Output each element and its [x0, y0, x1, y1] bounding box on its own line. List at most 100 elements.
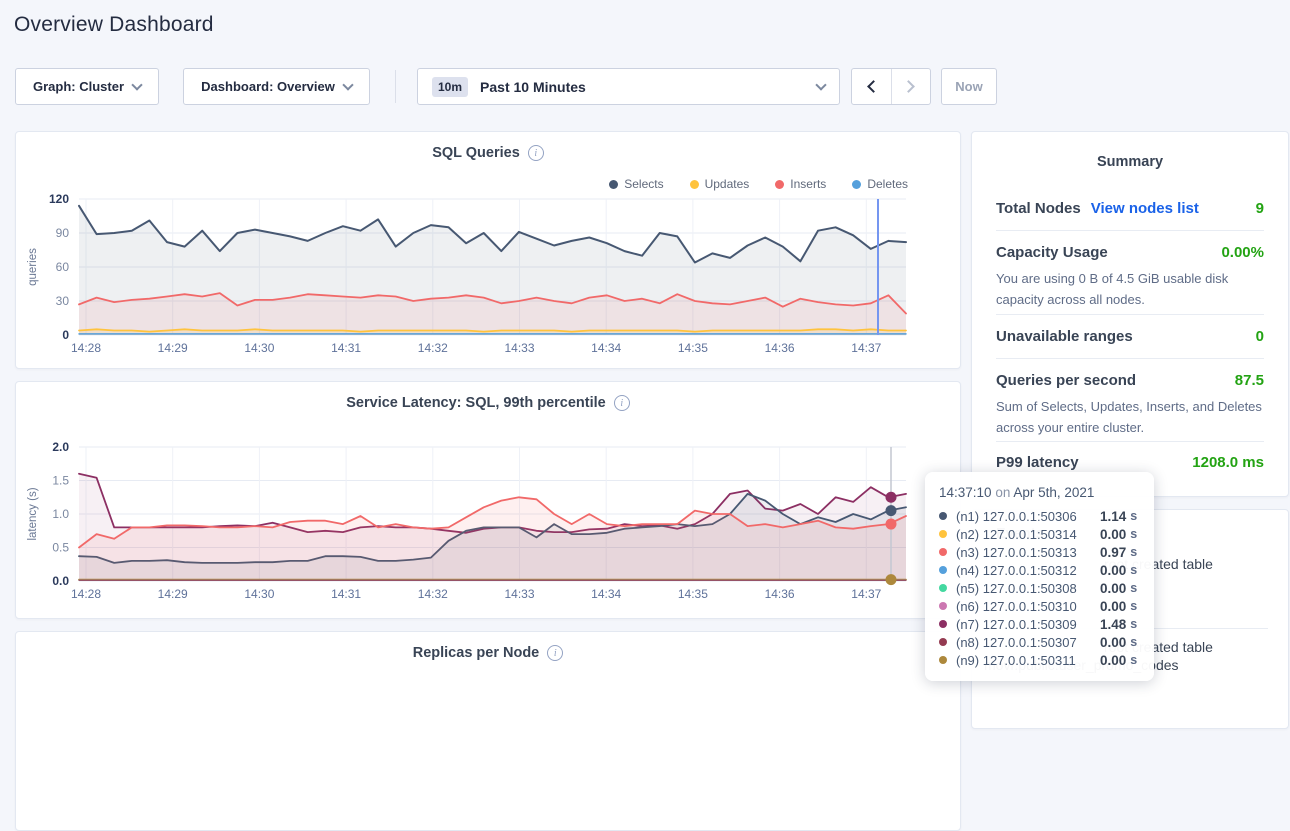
tooltip-date: Apr 5th, 2021	[1013, 485, 1094, 500]
svg-text:latency (s): latency (s)	[27, 487, 39, 540]
summary-row-capacity-usage: Capacity Usage 0.00% You are using 0 B o…	[996, 244, 1264, 310]
summary-value: 1208.0 ms	[1192, 454, 1264, 471]
legend-item-updates[interactable]: Updates	[690, 177, 750, 191]
dashboard-dropdown-label: Dashboard: Overview	[201, 79, 335, 94]
tooltip-node-row: (n7) 127.0.0.1:503091.48s	[939, 615, 1140, 633]
svg-text:14:32: 14:32	[418, 587, 448, 601]
tooltip-node-row: (n1) 127.0.0.1:503061.14s	[939, 507, 1140, 525]
svg-text:14:34: 14:34	[591, 587, 621, 601]
summary-row-queries-per-second: Queries per second 87.5 Sum of Selects, …	[996, 372, 1264, 438]
dashboard-dropdown[interactable]: Dashboard: Overview	[183, 68, 370, 105]
sql-queries-title: SQL Queries i	[16, 145, 960, 161]
tooltip-node-value: 1.14	[1100, 509, 1126, 524]
tooltip-node-unit: s	[1130, 545, 1137, 559]
tooltip-node-row: (n8) 127.0.0.1:503070.00 s	[939, 633, 1140, 651]
svg-text:14:35: 14:35	[678, 587, 708, 601]
tooltip-node-label: (n5) 127.0.0.1:50308	[956, 581, 1100, 596]
series-color-dot	[939, 530, 947, 538]
service-latency-chart[interactable]: 14:2814:2914:3014:3114:3214:3314:3414:35…	[16, 382, 960, 618]
summary-value: 87.5	[1235, 372, 1264, 389]
legend-dot	[852, 180, 861, 189]
time-range-dropdown[interactable]: 10m Past 10 Minutes	[417, 68, 840, 105]
tooltip-node-value: 0.00	[1100, 635, 1126, 650]
tooltip-node-row: (n2) 127.0.0.1:503140.00s	[939, 525, 1140, 543]
legend-item-deletes[interactable]: Deletes	[852, 177, 908, 191]
series-color-dot	[939, 656, 947, 664]
svg-text:0.5: 0.5	[52, 541, 69, 555]
time-step-back-button[interactable]	[852, 69, 891, 104]
divider	[996, 314, 1264, 315]
legend-dot	[609, 180, 618, 189]
time-step-buttons	[851, 68, 931, 105]
tooltip-node-unit: s	[1130, 599, 1137, 613]
tooltip-node-value: 1.48	[1100, 617, 1126, 632]
svg-text:1.5: 1.5	[52, 474, 69, 488]
info-icon[interactable]: i	[528, 145, 544, 161]
legend-dot	[775, 180, 784, 189]
chevron-down-icon	[342, 79, 353, 90]
tooltip-node-label: (n2) 127.0.0.1:50314	[956, 527, 1100, 542]
svg-text:14:34: 14:34	[591, 341, 621, 355]
series-color-dot	[939, 620, 947, 628]
summary-row-p99-latency: P99 latency 1208.0 ms	[996, 454, 1264, 471]
tooltip-node-label: (n8) 127.0.0.1:50307	[956, 635, 1100, 650]
tooltip-timestamp: 14:37:10 on Apr 5th, 2021	[939, 485, 1140, 500]
now-button[interactable]: Now	[941, 68, 997, 105]
svg-text:0.0: 0.0	[52, 574, 69, 588]
summary-label: Queries per second	[996, 372, 1136, 389]
svg-text:14:31: 14:31	[331, 587, 361, 601]
chevron-right-icon	[903, 80, 916, 93]
replicas-per-node-title: Replicas per Node i	[16, 645, 960, 661]
legend-item-selects[interactable]: Selects	[609, 177, 663, 191]
info-icon[interactable]: i	[614, 395, 630, 411]
replicas-per-node-title-text: Replicas per Node	[413, 645, 540, 661]
tooltip-node-unit: s	[1130, 635, 1137, 649]
svg-text:14:31: 14:31	[331, 341, 361, 355]
tooltip-node-unit: s	[1130, 563, 1137, 577]
series-color-dot	[939, 584, 947, 592]
time-step-forward-button[interactable]	[891, 69, 930, 104]
tooltip-node-unit: s	[1130, 581, 1137, 595]
tooltip-node-label: (n4) 127.0.0.1:50312	[956, 563, 1100, 578]
sql-queries-chart[interactable]: 14:2814:2914:3014:3114:3214:3314:3414:35…	[16, 132, 960, 368]
replicas-per-node-panel: Replicas per Node i	[15, 631, 961, 831]
summary-description: You are using 0 B of 4.5 GiB usable disk…	[996, 268, 1264, 310]
info-icon[interactable]: i	[547, 645, 563, 661]
divider	[996, 358, 1264, 359]
tooltip-rows: (n1) 127.0.0.1:503061.14s(n2) 127.0.0.1:…	[939, 507, 1140, 669]
svg-text:14:29: 14:29	[158, 587, 188, 601]
series-color-dot	[939, 548, 947, 556]
graph-dropdown-label: Graph: Cluster	[33, 79, 124, 94]
legend-label: Inserts	[790, 177, 826, 191]
summary-label: P99 latency	[996, 454, 1079, 471]
view-nodes-list-link[interactable]: View nodes list	[1091, 200, 1199, 217]
divider	[996, 441, 1264, 442]
legend-label: Selects	[624, 177, 663, 191]
svg-text:14:37: 14:37	[851, 587, 881, 601]
tooltip-node-label: (n1) 127.0.0.1:50306	[956, 509, 1100, 524]
svg-text:14:29: 14:29	[158, 341, 188, 355]
sql-queries-title-text: SQL Queries	[432, 145, 520, 161]
chevron-down-icon	[131, 79, 142, 90]
legend-label: Deletes	[867, 177, 908, 191]
summary-label: Capacity Usage	[996, 244, 1108, 261]
chevron-down-icon	[815, 79, 826, 90]
tooltip-node-value: 0.00	[1100, 563, 1126, 578]
summary-row-unavailable-ranges: Unavailable ranges 0	[996, 328, 1264, 345]
tooltip-node-value: 0.00	[1100, 527, 1126, 542]
time-range-badge: 10m	[432, 77, 468, 97]
time-range-label: Past 10 Minutes	[480, 79, 805, 95]
svg-text:14:30: 14:30	[244, 341, 274, 355]
tooltip-time: 14:37:10	[939, 485, 992, 500]
graph-dropdown[interactable]: Graph: Cluster	[15, 68, 159, 105]
sql-queries-panel: SQL Queries i Selects Updates Inserts Delet…	[15, 131, 961, 369]
tooltip-node-row: (n4) 127.0.0.1:503120.00 s	[939, 561, 1140, 579]
svg-text:14:37: 14:37	[851, 341, 881, 355]
svg-text:14:28: 14:28	[71, 341, 101, 355]
tooltip-node-row: (n5) 127.0.0.1:503080.00s	[939, 579, 1140, 597]
legend-label: Updates	[705, 177, 750, 191]
tooltip-node-value: 0.00	[1100, 599, 1126, 614]
legend-item-inserts[interactable]: Inserts	[775, 177, 826, 191]
tooltip-node-row: (n3) 127.0.0.1:503130.97s	[939, 543, 1140, 561]
controls-divider	[395, 70, 396, 103]
